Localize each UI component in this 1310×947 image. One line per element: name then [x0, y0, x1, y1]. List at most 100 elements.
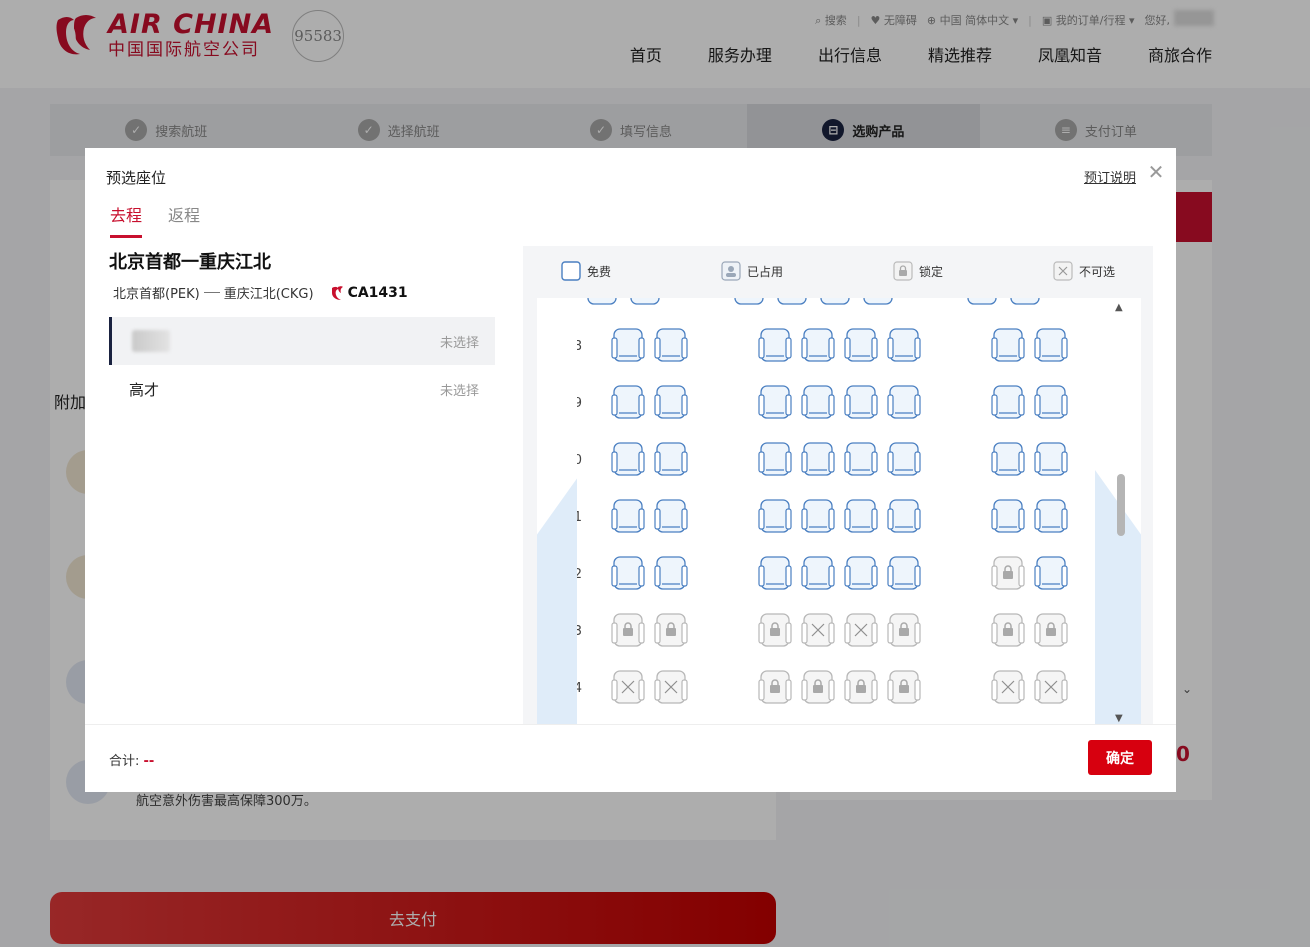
scroll-up-icon[interactable]: ▲: [1115, 302, 1123, 313]
tab-outbound[interactable]: 去程: [110, 202, 143, 238]
tab-return[interactable]: 返程: [168, 202, 200, 238]
route-details: 北京首都(PEK) 重庆江北(CKG) CA1431: [113, 283, 408, 303]
seat-row-partial: [587, 298, 1040, 305]
free-seat-icon: [561, 261, 581, 281]
seat-40-6[interactable]: [887, 442, 921, 476]
seat-40-2[interactable]: [654, 442, 688, 476]
scroll-thumb[interactable]: [1117, 474, 1125, 536]
dialog-title: 预选座位: [106, 169, 167, 187]
lock-seat-icon: [893, 261, 913, 281]
seat-39-5[interactable]: [844, 385, 878, 419]
destination-airport: 重庆江北(CKG): [223, 287, 314, 302]
flight-number: CA1431: [347, 284, 408, 301]
legend-label: 免费: [587, 264, 612, 279]
seat-38-7[interactable]: [991, 328, 1025, 362]
seat-row: 44: [565, 670, 1068, 704]
row-number: 44: [577, 681, 582, 696]
seat-row: 38: [565, 328, 1068, 362]
seat-38-4[interactable]: [801, 328, 835, 362]
trip-tabs: 去程 返程: [110, 202, 200, 238]
seat-status: 未选择: [439, 335, 479, 351]
seat-39-1[interactable]: [611, 385, 645, 419]
row-number: 38: [577, 339, 582, 354]
seat-42-4[interactable]: [801, 556, 835, 590]
seat-43-2: [654, 613, 688, 647]
seat-41-6[interactable]: [887, 499, 921, 533]
seat-44-3: [758, 670, 792, 704]
seat-40-8[interactable]: [1034, 442, 1068, 476]
seat-38-5[interactable]: [844, 328, 878, 362]
legend-occupied: 已占用: [721, 261, 783, 281]
close-icon[interactable]: ✕: [1146, 162, 1166, 182]
seat-41-2[interactable]: [654, 499, 688, 533]
passenger-list: 未选择 高才 未选择: [109, 317, 495, 413]
seat-42-6[interactable]: [887, 556, 921, 590]
passenger-item[interactable]: 高才 未选择: [109, 365, 495, 413]
seat-41-3[interactable]: [758, 499, 792, 533]
seat-42-5[interactable]: [844, 556, 878, 590]
seat-40-1[interactable]: [611, 442, 645, 476]
seat-44-4: [801, 670, 835, 704]
seat-42-8[interactable]: [1034, 556, 1068, 590]
seat-40-5[interactable]: [844, 442, 878, 476]
origin-airport: 北京首都(PEK): [113, 287, 200, 302]
booking-notes-link[interactable]: 预订说明: [1084, 167, 1136, 186]
route-title: 北京首都一重庆江北: [109, 252, 271, 273]
seat-43-1: [611, 613, 645, 647]
seat-row: 41: [565, 499, 1068, 533]
x-seat-icon: [1053, 261, 1073, 281]
seat-map-scrollbar[interactable]: ▲ ▼: [1113, 298, 1127, 724]
legend-label: 锁定: [918, 264, 943, 279]
seat-41-5[interactable]: [844, 499, 878, 533]
scroll-down-icon[interactable]: ▼: [1115, 713, 1123, 724]
seat-44-1: [611, 670, 645, 704]
seat-40-3[interactable]: [758, 442, 792, 476]
passenger-name: 高才: [129, 380, 160, 399]
seat-42-2[interactable]: [654, 556, 688, 590]
person-seat-icon: [721, 261, 741, 281]
legend-label: 已占用: [746, 264, 783, 279]
seat-40-4[interactable]: [801, 442, 835, 476]
cabin-area: 38 39 40 41 42 43 44: [537, 298, 1141, 724]
seat-38-8[interactable]: [1034, 328, 1068, 362]
seat-41-1[interactable]: [611, 499, 645, 533]
seat-41-4[interactable]: [801, 499, 835, 533]
total-value: --: [143, 754, 155, 769]
seat-42-3[interactable]: [758, 556, 792, 590]
seat-38-3[interactable]: [758, 328, 792, 362]
seat-43-5: [844, 613, 878, 647]
seat-41-8[interactable]: [1034, 499, 1068, 533]
seat-44-2: [654, 670, 688, 704]
seat-39-4[interactable]: [801, 385, 835, 419]
seat-38-1[interactable]: [611, 328, 645, 362]
seat-39-6[interactable]: [887, 385, 921, 419]
seat-selection-dialog: 预选座位 预订说明 ✕ 去程 返程 北京首都一重庆江北 北京首都(PEK) 重庆…: [85, 148, 1176, 792]
seat-42-7: [991, 556, 1025, 590]
seat-grid: 38 39 40 41 42 43 44: [565, 298, 1068, 704]
seat-39-7[interactable]: [991, 385, 1025, 419]
row-number: 41: [577, 510, 582, 525]
seat-42-1[interactable]: [611, 556, 645, 590]
seat-43-4: [801, 613, 835, 647]
row-number: 39: [577, 396, 582, 411]
seat-39-3[interactable]: [758, 385, 792, 419]
confirm-button[interactable]: 确定: [1088, 740, 1152, 775]
seat-44-6: [887, 670, 921, 704]
seat-row: 39: [565, 385, 1068, 419]
seat-40-7[interactable]: [991, 442, 1025, 476]
seat-39-2[interactable]: [654, 385, 688, 419]
seat-38-2[interactable]: [654, 328, 688, 362]
seat-38-6[interactable]: [887, 328, 921, 362]
masked-passenger-name: [132, 330, 170, 352]
seat-legend: 免费 已占用 锁定 不可选: [523, 246, 1153, 296]
divider: [85, 724, 1176, 725]
seat-44-5: [844, 670, 878, 704]
seat-39-8[interactable]: [1034, 385, 1068, 419]
seat-map: 免费 已占用 锁定 不可选 38 39 40 41 42 43 44 ▲: [523, 246, 1153, 724]
seat-status: 未选择: [439, 383, 479, 399]
legend-free: 免费: [561, 261, 611, 281]
seat-44-7: [991, 670, 1025, 704]
seat-41-7[interactable]: [991, 499, 1025, 533]
seat-row: 42: [565, 556, 1068, 590]
passenger-item[interactable]: 未选择: [109, 317, 495, 365]
